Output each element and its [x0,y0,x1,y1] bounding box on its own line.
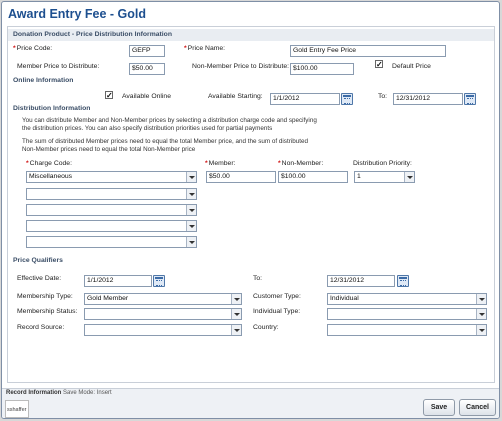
distribution-note-1: You can distribute Member and Non-Member… [22,117,317,132]
nonmember-label-text: Non-Member: [281,160,324,167]
charge-code-select-4[interactable] [26,220,197,232]
individual-type-label: Individual Type: [253,308,301,315]
user-name: sshaffer [5,400,29,418]
online-to-input[interactable]: 12/31/2012 [393,93,463,105]
distribution-member-input-1[interactable]: $50.00 [206,171,276,183]
section-qualifiers-header: Price Qualifiers [13,257,63,264]
distribution-note-2: The sum of distributed Member prices nee… [22,138,308,153]
chevron-down-icon [186,189,196,199]
price-code-label-text: Price Code: [16,45,53,52]
calendar-icon[interactable] [464,93,476,105]
membership-status-label: Membership Status: [17,308,78,315]
section-online-header: Online Information [13,77,74,84]
member-label-text: Member: [208,160,236,167]
calendar-icon[interactable] [397,275,409,287]
country-label: Country: [253,324,279,331]
chevron-down-icon [476,309,486,319]
customer-type-select[interactable]: Individual [327,293,487,305]
membership-type-label: Membership Type: [17,293,73,300]
section-distribution-header: Distribution Information [13,105,91,112]
award-entry-fee-dialog: Award Entry Fee - Gold Donation Product … [1,1,500,419]
effective-date-input[interactable]: 1/1/2012 [84,275,152,287]
member-price-label: Member Price to Distribute: [17,63,100,70]
available-starting-input[interactable]: 1/1/2012 [270,93,340,105]
effective-date-label: Effective Date: [17,275,62,282]
member-price-input[interactable]: $50.00 [129,63,165,75]
charge-code-select-1[interactable]: Miscellaneous [26,171,197,183]
save-button[interactable]: Save [423,399,455,416]
nonmember-price-input[interactable]: $100.00 [290,63,354,75]
individual-type-select[interactable] [327,308,487,320]
charge-code-select-2[interactable] [26,188,197,200]
chevron-down-icon [476,294,486,304]
form-content: Donation Product - Price Distribution In… [7,26,495,383]
price-name-input[interactable]: Gold Entry Fee Price [290,45,446,57]
customer-type-value: Individual [330,295,359,302]
qualifiers-to-input[interactable]: 12/31/2012 [327,275,395,287]
chevron-down-icon [476,325,486,335]
customer-type-label: Customer Type: [253,293,301,300]
dialog-footer: Record Information Save Mode: Insert ssh… [2,388,499,418]
chevron-down-icon [186,205,196,215]
member-label: *Member: [205,160,236,167]
default-price-checkbox[interactable]: ✓ [375,60,383,69]
available-online-label: Available Online [122,93,171,100]
distribution-priority-select-1[interactable]: 1 [354,171,415,183]
distribution-nonmember-input-1[interactable]: $100.00 [278,171,348,183]
chevron-down-icon [231,325,241,335]
membership-type-value: Gold Member [87,295,129,302]
nonmember-label: *Non-Member: [278,160,324,167]
chevron-down-icon [231,309,241,319]
country-select[interactable] [327,324,487,336]
price-name-label-text: Price Name: [187,45,226,52]
chevron-down-icon [186,221,196,231]
record-information: Record Information Save Mode: Insert [6,390,112,396]
charge-code-select-3[interactable] [26,204,197,216]
section-donation-header: Donation Product - Price Distribution In… [8,29,494,41]
save-mode: Save Mode: Insert [63,390,112,396]
qualifiers-to-label: To: [253,275,263,282]
calendar-icon[interactable] [153,275,165,287]
default-price-label: Default Price [392,63,431,70]
membership-status-select[interactable] [84,308,242,320]
membership-type-select[interactable]: Gold Member [84,293,242,305]
record-information-label: Record Information [6,390,62,396]
record-source-select[interactable] [84,324,242,336]
record-source-label: Record Source: [17,324,65,331]
price-name-label: *Price Name: [184,45,226,52]
calendar-icon[interactable] [341,93,353,105]
charge-code-select-5[interactable] [26,236,197,248]
nonmember-price-label: Non-Member Price to Distribute: [192,63,290,70]
cancel-button[interactable]: Cancel [459,399,496,416]
price-code-input[interactable]: GEFP [129,45,165,57]
price-code-label: *Price Code: [13,45,53,52]
charge-code-label-text: Charge Code: [29,160,72,167]
charge-code-label: *Charge Code: [26,160,72,167]
chevron-down-icon [186,237,196,247]
chevron-down-icon [186,172,196,182]
available-starting-label: Available Starting: [208,93,263,100]
chevron-down-icon [404,172,414,182]
dialog-title: Award Entry Fee - Gold [8,7,146,21]
distribution-priority-label: Distribution Priority: [353,160,412,167]
online-to-label: To: [378,93,388,100]
distribution-priority-value-1: 1 [357,173,361,180]
charge-code-value-1: Miscellaneous [29,173,73,180]
chevron-down-icon [231,294,241,304]
available-online-checkbox[interactable]: ✓ [105,91,113,100]
